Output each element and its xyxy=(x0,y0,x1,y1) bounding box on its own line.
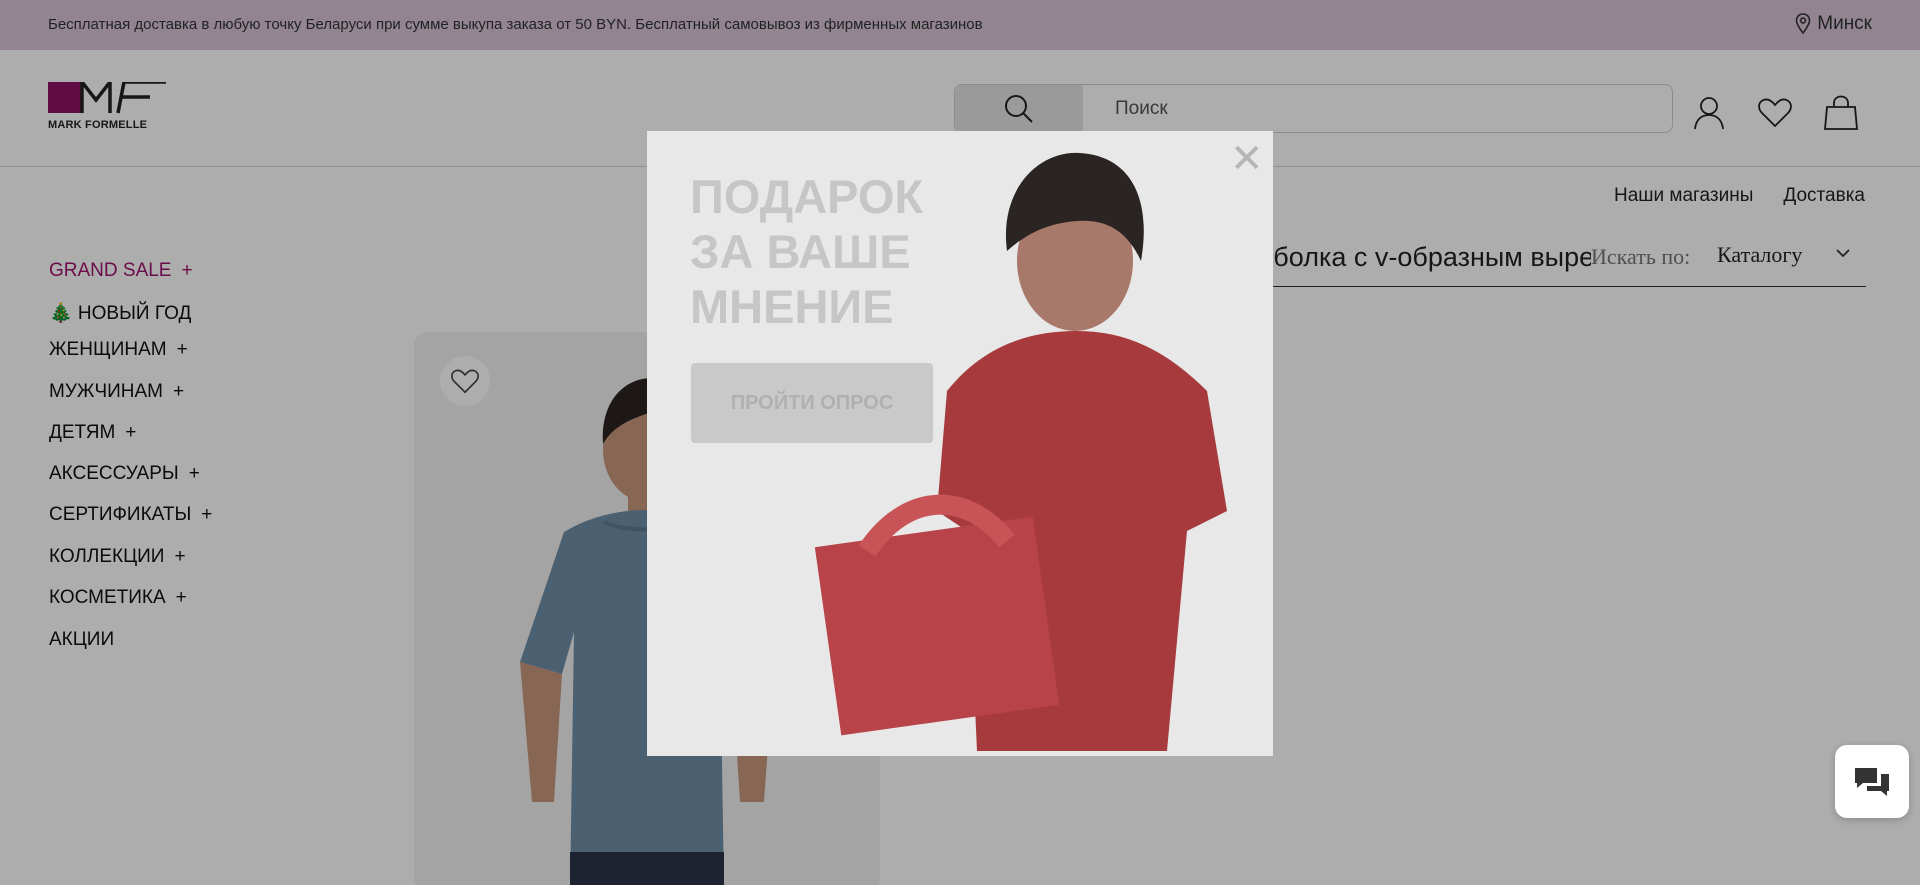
city-label: Минск xyxy=(1817,13,1872,34)
menu-item-label: АКСЕССУАРЫ xyxy=(49,463,179,484)
survey-popup: ПОДАРОК ЗА ВАШЕ МНЕНИЕ ПРОЙТИ ОПРОС ✕ xyxy=(647,131,1273,756)
menu-item-label: МУЖЧИНАМ xyxy=(49,381,163,402)
brand-name: MARK FORMELLE xyxy=(48,119,148,131)
menu-item-label: АКЦИИ xyxy=(49,629,115,650)
expand-plus-icon[interactable]: + xyxy=(181,260,192,282)
expand-plus-icon[interactable]: + xyxy=(189,463,200,485)
location-pin-icon xyxy=(1795,13,1811,35)
expand-plus-icon[interactable]: + xyxy=(125,422,136,444)
menu-item-women[interactable]: ЖЕНЩИНАМ + xyxy=(49,339,188,361)
menu-item-label: ЖЕНЩИНАМ xyxy=(49,339,167,360)
chevron-down-icon[interactable] xyxy=(1835,248,1851,258)
menu-item-certificates[interactable]: СЕРТИФИКАТЫ + xyxy=(49,504,212,526)
search-button[interactable] xyxy=(955,85,1083,132)
menu-item-promotions[interactable]: АКЦИИ xyxy=(49,629,114,651)
add-to-favorites-button[interactable] xyxy=(440,356,490,406)
expand-plus-icon[interactable]: + xyxy=(174,546,185,568)
heart-icon xyxy=(451,369,479,393)
menu-item-label: КОСМЕТИКА xyxy=(49,587,166,608)
menu-item-accessories[interactable]: АКСЕССУАРЫ + xyxy=(49,463,200,485)
menu-item-label: СЕРТИФИКАТЫ xyxy=(49,504,192,525)
expand-plus-icon[interactable]: + xyxy=(173,381,184,403)
take-survey-button[interactable]: ПРОЙТИ ОПРОС xyxy=(691,363,933,443)
menu-item-cosmetics[interactable]: КОСМЕТИКА + xyxy=(49,587,187,609)
header-search xyxy=(954,84,1673,133)
menu-item-label: 🎄 НОВЫЙ ГОД xyxy=(49,303,192,324)
search-input[interactable] xyxy=(1115,85,1655,132)
expand-plus-icon[interactable]: + xyxy=(177,339,188,361)
expand-plus-icon[interactable]: + xyxy=(201,504,212,526)
menu-item-men[interactable]: МУЖЧИНАМ + xyxy=(49,381,184,403)
account-button[interactable] xyxy=(1691,95,1727,131)
menu-item-kids[interactable]: ДЕТЯМ + xyxy=(49,422,136,444)
heart-icon xyxy=(1758,98,1792,128)
search-icon xyxy=(1005,94,1033,123)
menu-item-label: ДЕТЯМ xyxy=(49,422,116,443)
header-links: Наши магазины Доставка xyxy=(1614,185,1865,207)
chat-widget-button[interactable] xyxy=(1835,745,1909,818)
search-by-select[interactable]: Каталогу xyxy=(1717,242,1802,268)
delivery-link[interactable]: Доставка xyxy=(1783,185,1865,207)
shopping-bag-icon xyxy=(1824,95,1858,130)
our-stores-link[interactable]: Наши магазины xyxy=(1614,185,1753,207)
cart-button[interactable] xyxy=(1823,95,1859,131)
close-icon[interactable]: ✕ xyxy=(1230,139,1264,179)
popup-title: ПОДАРОК ЗА ВАШЕ МНЕНИЕ xyxy=(690,170,924,333)
chat-icon xyxy=(1855,767,1889,796)
menu-item-new-year[interactable]: 🎄 НОВЫЙ ГОД xyxy=(49,301,191,325)
menu-item-label: КОЛЛЕКЦИИ xyxy=(49,546,165,567)
promo-bar: Бесплатная доставка в любую точку Белару… xyxy=(0,0,1920,50)
menu-item-label: GRAND SALE xyxy=(49,260,172,281)
menu-item-grand-sale[interactable]: GRAND SALE + xyxy=(49,260,193,282)
user-icon xyxy=(1694,97,1724,130)
city-selector[interactable]: Минск xyxy=(1795,13,1872,35)
expand-plus-icon[interactable]: + xyxy=(176,587,187,609)
menu-item-collections[interactable]: КОЛЛЕКЦИИ + xyxy=(49,546,186,568)
search-by-label: Искать по: xyxy=(1591,244,1691,269)
favorites-button[interactable] xyxy=(1757,95,1793,131)
promo-text: Бесплатная доставка в любую точку Белару… xyxy=(48,16,983,33)
